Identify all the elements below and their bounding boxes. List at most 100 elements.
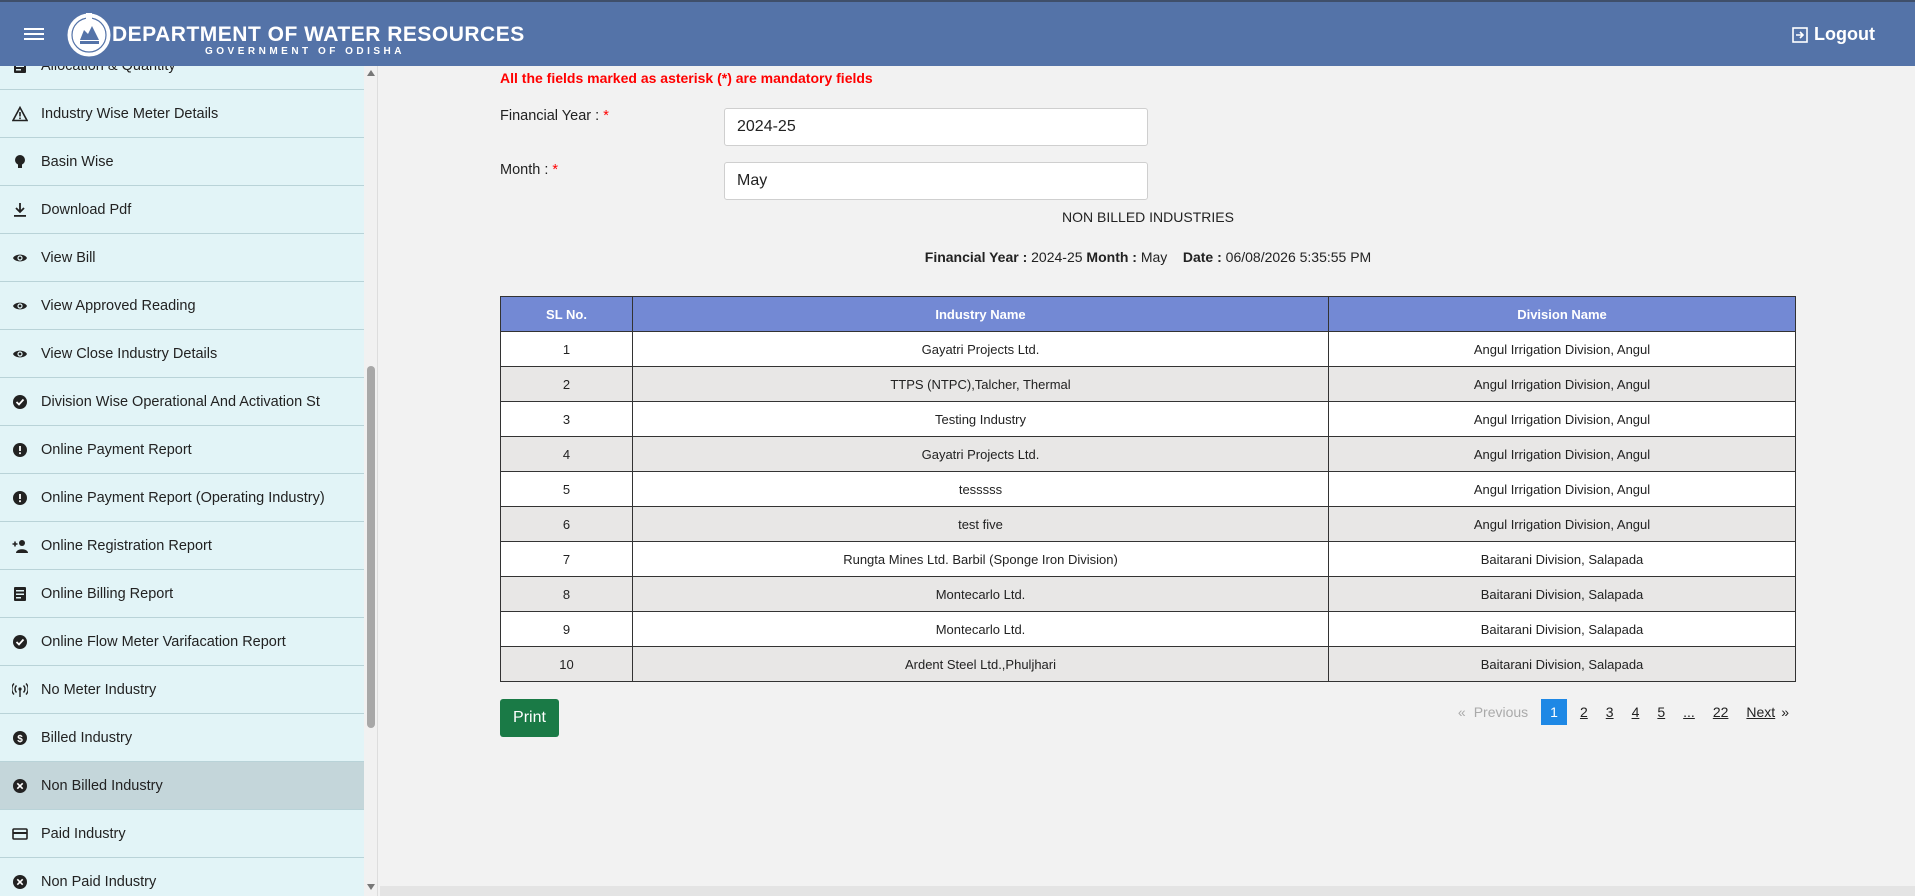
- pagination-current-page[interactable]: 1: [1541, 699, 1567, 725]
- pagination-page[interactable]: 3: [1597, 699, 1623, 725]
- logout-button[interactable]: Logout: [1792, 24, 1875, 45]
- odisha-emblem-logo: [66, 10, 112, 58]
- pagination-next[interactable]: Next: [1737, 699, 1779, 725]
- sidebar-item[interactable]: Online Registration Report: [0, 522, 364, 570]
- mandatory-note: All the fields marked as asterisk (*) ar…: [500, 70, 873, 86]
- non-billed-industries-table: SL No. Industry Name Division Name 1 Gaya…: [500, 296, 1796, 682]
- month-label-text: Month :: [500, 162, 549, 178]
- eye-icon: [12, 298, 28, 314]
- cell-division-name: Baitarani Division, Salapada: [1328, 541, 1796, 577]
- scroll-down-arrow-icon[interactable]: [367, 884, 375, 890]
- sidebar-item-label: View Approved Reading: [41, 297, 196, 314]
- pagination-page[interactable]: ...: [1674, 699, 1704, 725]
- sidebar-item-label: View Bill: [41, 249, 96, 266]
- table-row: 7 Rungta Mines Ltd. Barbil (Sponge Iron D…: [500, 541, 1796, 577]
- app-subtitle: GOVERNMENT OF ODISHA: [205, 46, 406, 57]
- sidebar-item[interactable]: Online Payment Report (Operating Industr…: [0, 474, 364, 522]
- sidebar-item[interactable]: Division Wise Operational And Activation…: [0, 378, 364, 426]
- table-row: 10 Ardent Steel Ltd.,Phuljhari Baitarani D…: [500, 646, 1796, 682]
- list-icon: [12, 586, 28, 602]
- sidebar-item-label: Paid Industry: [41, 825, 126, 842]
- cell-industry-name: Testing Industry: [632, 401, 1329, 437]
- sidebar-item[interactable]: Online Payment Report: [0, 426, 364, 474]
- pagination-page[interactable]: 22: [1704, 699, 1738, 725]
- table-row: 5 tesssss Angul Irrigation Division, Angul: [500, 471, 1796, 507]
- sidebar-item-label: Online Payment Report: [41, 441, 192, 458]
- cell-industry-name: Ardent Steel Ltd.,Phuljhari: [632, 646, 1329, 682]
- cell-sl-no: 7: [500, 541, 633, 577]
- sidebar-item[interactable]: View Approved Reading: [0, 282, 364, 330]
- sidebar-item[interactable]: Online Flow Meter Varifacation Report: [0, 618, 364, 666]
- sidebar-item[interactable]: $ Billed Industry: [0, 714, 364, 762]
- sidebar-item[interactable]: View Close Industry Details: [0, 330, 364, 378]
- exclamation-circle-icon: [12, 442, 28, 458]
- sidebar-item[interactable]: Paid Industry: [0, 810, 364, 858]
- pagination-page[interactable]: 2: [1571, 699, 1597, 725]
- sidebar-item[interactable]: Industry Wise Meter Details: [0, 90, 364, 138]
- sidebar-item[interactable]: Download Pdf: [0, 186, 364, 234]
- logout-icon: [1792, 26, 1808, 43]
- cell-sl-no: 9: [500, 611, 633, 647]
- cell-industry-name: tesssss: [632, 471, 1329, 507]
- x-circle-icon: [12, 874, 28, 890]
- cell-sl-no: 5: [500, 471, 633, 507]
- financial-year-select[interactable]: 2024-25: [724, 108, 1148, 146]
- sidebar-item[interactable]: Online Billing Report: [0, 570, 364, 618]
- table-row: 9 Montecarlo Ltd. Baitarani Division, Sala…: [500, 611, 1796, 647]
- card-icon: [12, 826, 28, 842]
- cell-industry-name: Rungta Mines Ltd. Barbil (Sponge Iron Di…: [632, 541, 1329, 577]
- column-header-industry-name: Industry Name: [632, 296, 1329, 332]
- sidebar-item[interactable]: View Bill: [0, 234, 364, 282]
- print-button[interactable]: Print: [500, 699, 559, 737]
- report-date-label: Date :: [1182, 249, 1222, 265]
- cell-industry-name: Montecarlo Ltd.: [632, 611, 1329, 647]
- sidebar-scrollbar[interactable]: [364, 66, 378, 896]
- report-fy-label: Financial Year :: [924, 249, 1028, 265]
- sidebar-item[interactable]: Allocation & Quantity: [0, 66, 364, 90]
- pagination-page[interactable]: 5: [1648, 699, 1674, 725]
- sidebar-item[interactable]: No Meter Industry: [0, 666, 364, 714]
- antenna-icon: [12, 682, 28, 698]
- check-circle-icon: [12, 394, 28, 410]
- month-select[interactable]: May: [724, 162, 1148, 200]
- sidebar-item-label: Online Flow Meter Varifacation Report: [41, 633, 286, 650]
- sidebar-item-label: Online Registration Report: [41, 537, 212, 554]
- bulb-icon: [12, 154, 28, 170]
- sidebar-item[interactable]: Non Paid Industry: [0, 858, 364, 896]
- sidebar-menu: Allocation & Quantity Industry Wise Meter…: [0, 66, 364, 896]
- pagination-next-arrow[interactable]: »: [1779, 699, 1798, 725]
- scroll-thumb[interactable]: [367, 366, 375, 728]
- top-header: DEPARTMENT OF WATER RESOURCES GOVERNMENT…: [0, 0, 1915, 66]
- report-meta: Financial Year : 2024-25 Month : May Dat…: [500, 249, 1796, 265]
- table-row: 8 Montecarlo Ltd. Baitarani Division, Sala…: [500, 576, 1796, 612]
- table-row: 2 TTPS (NTPC),Talcher, Thermal Angul Irrig…: [500, 366, 1796, 402]
- pagination-page[interactable]: 4: [1623, 699, 1649, 725]
- sidebar-item-label: Basin Wise: [41, 153, 114, 170]
- sidebar-item-label: View Close Industry Details: [41, 345, 218, 362]
- warning-icon: [12, 105, 28, 122]
- sidebar-item-label: Billed Industry: [41, 729, 133, 746]
- hamburger-menu-icon[interactable]: [24, 28, 44, 44]
- cell-sl-no: 2: [500, 366, 633, 402]
- month-label: Month : *: [500, 162, 558, 178]
- exclamation-circle-icon: [12, 490, 28, 506]
- cell-division-name: Angul Irrigation Division, Angul: [1328, 471, 1796, 507]
- sidebar-item-label: Online Billing Report: [41, 585, 174, 602]
- sidebar-item[interactable]: Basin Wise: [0, 138, 364, 186]
- sidebar-item-label: Allocation & Quantity: [41, 66, 176, 74]
- main-content: All the fields marked as asterisk (*) ar…: [380, 66, 1915, 886]
- cell-sl-no: 8: [500, 576, 633, 612]
- eye-icon: [12, 250, 28, 266]
- scroll-up-arrow-icon[interactable]: [367, 70, 375, 76]
- report-date-value: 06/08/2026 5:35:55 PM: [1225, 249, 1372, 265]
- cell-division-name: Angul Irrigation Division, Angul: [1328, 401, 1796, 437]
- required-star: *: [552, 162, 559, 178]
- pagination-prev-arrow: «: [1457, 704, 1466, 720]
- cell-sl-no: 6: [500, 506, 633, 542]
- sidebar: Allocation & Quantity Industry Wise Meter…: [0, 66, 364, 896]
- required-star: *: [603, 108, 609, 124]
- sidebar-item-label: Online Payment Report (Operating Industr…: [41, 489, 325, 506]
- report-month-value: May: [1140, 249, 1168, 265]
- sidebar-item[interactable]: Non Billed Industry: [0, 762, 364, 810]
- app-title: DEPARTMENT OF WATER RESOURCES: [112, 23, 525, 46]
